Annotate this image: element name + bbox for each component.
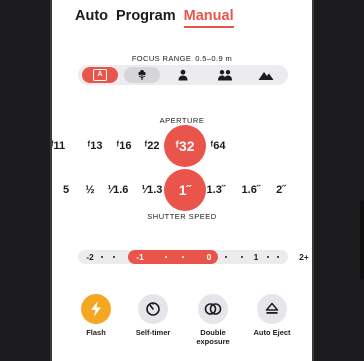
focus-group[interactable] — [207, 67, 243, 83]
group-icon — [217, 70, 232, 81]
focus-landscape[interactable] — [248, 67, 284, 83]
tab-program[interactable]: Program — [116, 8, 176, 24]
phone-bezel-left — [0, 0, 52, 361]
flash-label: Flash — [86, 328, 106, 337]
exposure-tick — [113, 256, 115, 258]
focus-range-title: FOCUS RANGE — [131, 54, 192, 63]
aperture-value[interactable]: ᶠ16 — [117, 136, 132, 156]
focus-auto[interactable]: A — [82, 67, 118, 83]
self-timer-toggle[interactable] — [138, 294, 168, 324]
aperture-value[interactable]: ᶠ11 — [52, 136, 65, 156]
mountain-icon — [258, 72, 274, 80]
shutter-value[interactable]: ¹⁄1.3 — [142, 180, 163, 200]
aperture-value[interactable]: ᶠ13 — [88, 136, 103, 156]
shutter-selected[interactable]: 1˝ — [164, 169, 206, 211]
focus-range-selector: A — [78, 65, 288, 85]
exposure-tick — [225, 256, 227, 258]
phone-bezel-right — [312, 0, 364, 361]
flower-icon — [137, 70, 146, 80]
auto-icon: A — [93, 69, 107, 81]
flash-toggle[interactable] — [81, 294, 111, 324]
exposure-mark: -1 — [136, 252, 144, 262]
camera-settings-screen: Auto Program Manual FOCUS RANGE 0.5–0.9 m… — [52, 0, 312, 361]
exposure-tick — [241, 256, 243, 258]
flash-button[interactable]: Flash — [66, 294, 126, 337]
double-exposure-label: Double exposure — [196, 328, 230, 346]
exposure-tick — [101, 256, 103, 258]
focus-range-value: 0.5–0.9 m — [195, 54, 233, 63]
shutter-speed-label: SHUTTER SPEED — [147, 212, 217, 221]
focus-macro[interactable] — [123, 67, 160, 83]
aperture-value[interactable]: ᶠ22 — [145, 136, 160, 156]
auto-eject-label: Auto Eject — [253, 328, 291, 337]
shutter-value[interactable]: ¹⁄1.6 — [108, 180, 129, 200]
exposure-tick — [182, 256, 184, 258]
exposure-tick — [277, 256, 279, 258]
aperture-selected[interactable]: ᶠ32 — [164, 125, 206, 167]
aperture-label: APERTURE — [159, 116, 205, 125]
timer-icon — [146, 302, 160, 316]
aperture-value[interactable]: ᶠ64 — [211, 136, 226, 156]
exposure-mark: -2 — [86, 252, 94, 262]
tab-auto[interactable]: Auto — [75, 8, 108, 24]
exposure-mark: 2+ — [299, 252, 309, 262]
self-timer-label: Self-timer — [135, 328, 171, 337]
mode-tabs: Auto Program Manual — [75, 8, 234, 28]
side-button — [360, 200, 364, 280]
focus-range-label: FOCUS RANGE 0.5–0.9 m — [52, 54, 312, 63]
shutter-value[interactable]: ½ — [85, 180, 94, 200]
double-exposure-toggle[interactable] — [198, 294, 228, 324]
exposure-tick — [165, 256, 167, 258]
shutter-value[interactable]: 1.6˝ — [242, 180, 261, 200]
exposure-mark: 0 — [206, 252, 212, 262]
shutter-value[interactable]: 5 — [63, 180, 69, 200]
exposure-tick — [267, 256, 269, 258]
tab-manual[interactable]: Manual — [183, 8, 234, 28]
auto-eject-toggle[interactable] — [257, 294, 287, 324]
double-exposure-icon — [204, 303, 222, 315]
shutter-value[interactable]: 2˝ — [276, 180, 286, 200]
exposure-compensation-slider[interactable]: -2 -1 0 1 2+ — [78, 250, 309, 264]
self-timer-button[interactable]: Self-timer — [123, 294, 183, 337]
double-exposure-button[interactable]: Double exposure — [183, 294, 243, 346]
exposure-mark: 1 — [253, 252, 259, 262]
auto-eject-button[interactable]: Auto Eject — [242, 294, 302, 337]
person-icon — [178, 69, 188, 81]
flash-icon — [91, 301, 101, 317]
shutter-value[interactable]: 1.3˝ — [207, 180, 226, 200]
eject-icon — [265, 302, 279, 314]
focus-single-person[interactable] — [165, 67, 201, 83]
